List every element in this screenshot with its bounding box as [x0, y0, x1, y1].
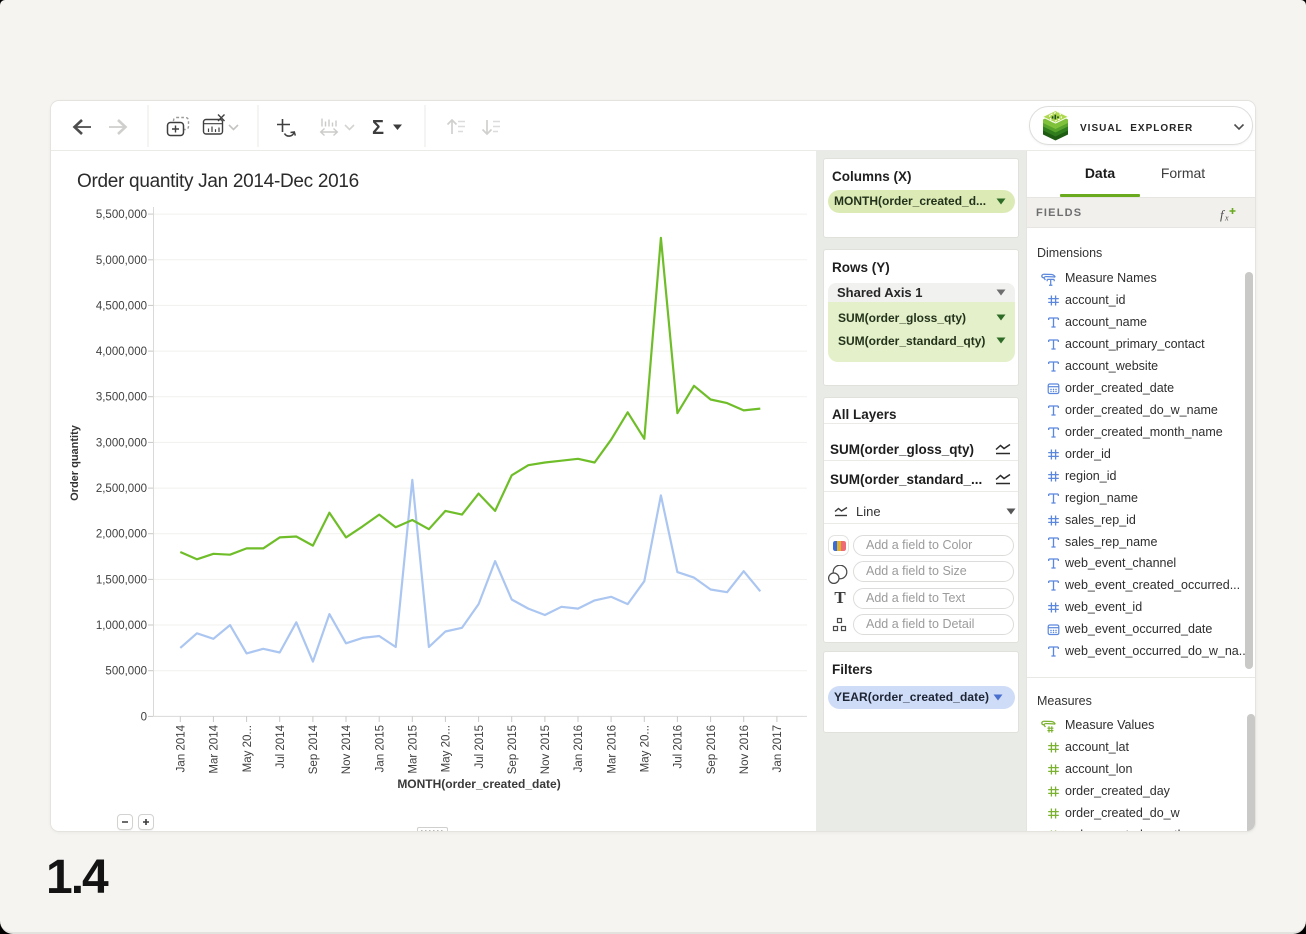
svg-text:2,000,000: 2,000,000 [96, 529, 147, 541]
svg-text:Nov 2016: Nov 2016 [739, 725, 751, 774]
svg-text:Sep 2016: Sep 2016 [706, 725, 718, 774]
svg-text:Mar 2015: Mar 2015 [408, 725, 420, 774]
svg-text:1,000,000: 1,000,000 [96, 620, 147, 632]
svg-text:Order quantity Jan 2014-Dec 20: Order quantity Jan 2014-Dec 2016 [77, 171, 359, 192]
svg-text:5,000,000: 5,000,000 [96, 255, 147, 267]
svg-text:Jan 2014: Jan 2014 [176, 724, 188, 772]
svg-text:Order quantity: Order quantity [69, 424, 81, 501]
svg-text:MONTH(order_created_date): MONTH(order_created_date) [397, 777, 560, 791]
svg-text:4,500,000: 4,500,000 [96, 300, 147, 312]
svg-text:1,500,000: 1,500,000 [96, 574, 147, 586]
svg-text:500,000: 500,000 [105, 666, 147, 678]
svg-text:May 20...: May 20... [640, 725, 652, 772]
svg-text:Nov 2014: Nov 2014 [341, 724, 353, 774]
svg-text:0: 0 [141, 711, 147, 723]
svg-text:4,000,000: 4,000,000 [96, 346, 147, 358]
svg-text:Jul 2015: Jul 2015 [474, 725, 486, 768]
svg-text:Sep 2015: Sep 2015 [507, 725, 519, 774]
svg-text:Jan 2017: Jan 2017 [772, 725, 784, 772]
svg-text:Jan 2016: Jan 2016 [573, 725, 585, 772]
svg-text:Sep 2014: Sep 2014 [308, 724, 320, 774]
svg-text:Mar 2014: Mar 2014 [209, 724, 221, 773]
svg-text:x: x [1224, 214, 1229, 223]
svg-text:May 20...: May 20... [242, 725, 254, 772]
svg-text:Nov 2015: Nov 2015 [540, 725, 552, 774]
svg-text:3,000,000: 3,000,000 [96, 437, 147, 449]
svg-text:5,500,000: 5,500,000 [96, 209, 147, 221]
svg-text:Jul 2014: Jul 2014 [275, 724, 287, 768]
svg-text:Jul 2016: Jul 2016 [673, 725, 685, 768]
svg-text:2,500,000: 2,500,000 [96, 483, 147, 495]
svg-text:3,500,000: 3,500,000 [96, 392, 147, 404]
svg-text:Σ: Σ [372, 117, 384, 139]
svg-text:May 20...: May 20... [441, 725, 453, 772]
svg-text:Mar 2016: Mar 2016 [606, 725, 618, 774]
svg-text:Jan 2015: Jan 2015 [374, 725, 386, 772]
